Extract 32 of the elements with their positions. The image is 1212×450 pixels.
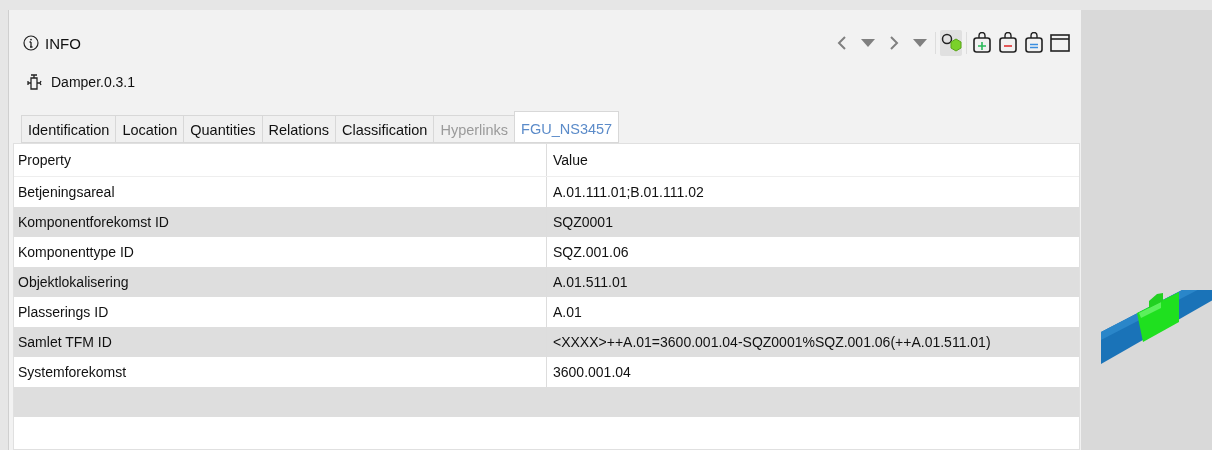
table-cell: SQZ0001 bbox=[546, 207, 1079, 237]
column-header: Value bbox=[546, 144, 1079, 176]
table-cell-text: Plasserings ID bbox=[17, 304, 110, 320]
window-icon bbox=[1050, 33, 1070, 53]
bag-plus-icon bbox=[972, 32, 992, 54]
tab[interactable]: Relations bbox=[261, 115, 335, 143]
toolbar-button[interactable] bbox=[971, 30, 993, 56]
table-cell: A.01.511.01 bbox=[546, 267, 1079, 297]
toolbar-button[interactable] bbox=[997, 30, 1019, 56]
table-cell: <XXXX>++A.01=3600.001.04-SQZ0001%SQZ.001.06(++A.01.511.01) bbox=[546, 327, 1079, 357]
bag-minus-icon bbox=[998, 32, 1018, 54]
tab[interactable]: FGU_NS3457 bbox=[514, 111, 620, 143]
chevron-right-icon bbox=[889, 36, 899, 50]
tab[interactable]: Location bbox=[115, 115, 184, 143]
table-cell-text: Objektlokalisering bbox=[17, 274, 130, 290]
table-cell-text: Komponenttype ID bbox=[17, 244, 135, 260]
column-header: Property bbox=[17, 152, 72, 168]
caret-icon bbox=[861, 39, 875, 47]
caret-icon bbox=[913, 39, 927, 47]
bag-equal-icon bbox=[1024, 32, 1044, 54]
tab[interactable]: Identification bbox=[21, 115, 116, 143]
info-icon bbox=[23, 35, 39, 51]
panel-title: INFO bbox=[45, 34, 81, 52]
tab[interactable]: Quantities bbox=[183, 115, 262, 143]
table-cell-text: Samlet TFM ID bbox=[17, 334, 113, 350]
object-name: Damper.0.3.1 bbox=[51, 74, 136, 90]
tab[interactable]: Classification bbox=[335, 115, 434, 143]
table-cell-text: Betjeningsareal bbox=[17, 184, 116, 200]
toolbar-button[interactable] bbox=[1023, 30, 1045, 56]
chevron-left-icon bbox=[837, 36, 847, 50]
table-cell-text: Komponentforekomst ID bbox=[17, 214, 170, 230]
table-cell-text: Systemforekomst bbox=[17, 364, 128, 380]
